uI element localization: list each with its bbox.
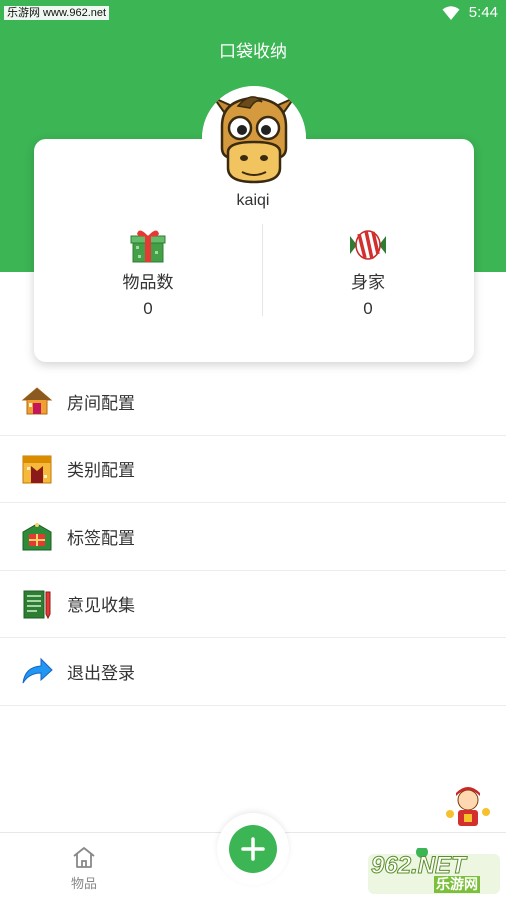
add-item-button[interactable] — [229, 825, 277, 873]
gift-box-icon — [130, 230, 166, 263]
wifi-icon — [442, 6, 460, 20]
tab-label: 物品 — [70, 876, 97, 891]
feedback-icon — [23, 590, 51, 619]
stat-item-count[interactable]: 物品数 0 — [68, 226, 228, 319]
cartoon-horse-avatar — [202, 86, 306, 190]
settings-menu: 房间配置 类别配置 标签配置 意见收集 退出登录 — [0, 368, 506, 706]
username: kaiqi — [236, 192, 270, 209]
menu-item-label: 意见收集 — [67, 596, 135, 616]
stat-value: 0 — [143, 299, 153, 318]
menu-item-logout[interactable]: 退出登录 — [0, 638, 506, 706]
stat-value: 0 — [363, 299, 373, 318]
category-icon — [22, 455, 52, 484]
avatar[interactable] — [202, 86, 306, 190]
menu-item-feedback[interactable]: 意见收集 — [0, 571, 506, 638]
menu-item-category-config[interactable]: 类别配置 — [0, 436, 506, 503]
menu-item-label: 房间配置 — [67, 393, 135, 413]
watermark-text: 乐游网 www.962.net — [4, 6, 110, 20]
mascot-icon — [446, 787, 490, 826]
clock: 5:44 — [468, 4, 498, 21]
candy-icon — [350, 230, 386, 260]
tag-icon — [22, 523, 52, 551]
menu-item-tag-config[interactable]: 标签配置 — [0, 503, 506, 571]
stat-net-worth[interactable]: 身家 0 — [288, 226, 448, 319]
tab-items[interactable]: 物品 — [56, 845, 112, 892]
plus-icon — [241, 837, 265, 861]
logout-arrow-icon — [22, 658, 53, 684]
menu-item-label: 类别配置 — [67, 461, 135, 481]
menu-item-label: 标签配置 — [67, 528, 135, 548]
menu-item-room-config[interactable]: 房间配置 — [0, 368, 506, 436]
status-bar: 乐游网 www.962.net 5:44 — [0, 0, 506, 26]
home-icon — [73, 847, 95, 868]
menu-item-label: 退出登录 — [67, 663, 135, 683]
stat-label: 物品数 — [122, 273, 174, 292]
house-icon — [21, 387, 53, 415]
page-title: 口袋收纳 — [219, 42, 287, 61]
stat-label: 身家 — [351, 273, 385, 292]
watermark-sub: 乐游网 — [434, 876, 480, 893]
stat-divider — [262, 224, 263, 316]
